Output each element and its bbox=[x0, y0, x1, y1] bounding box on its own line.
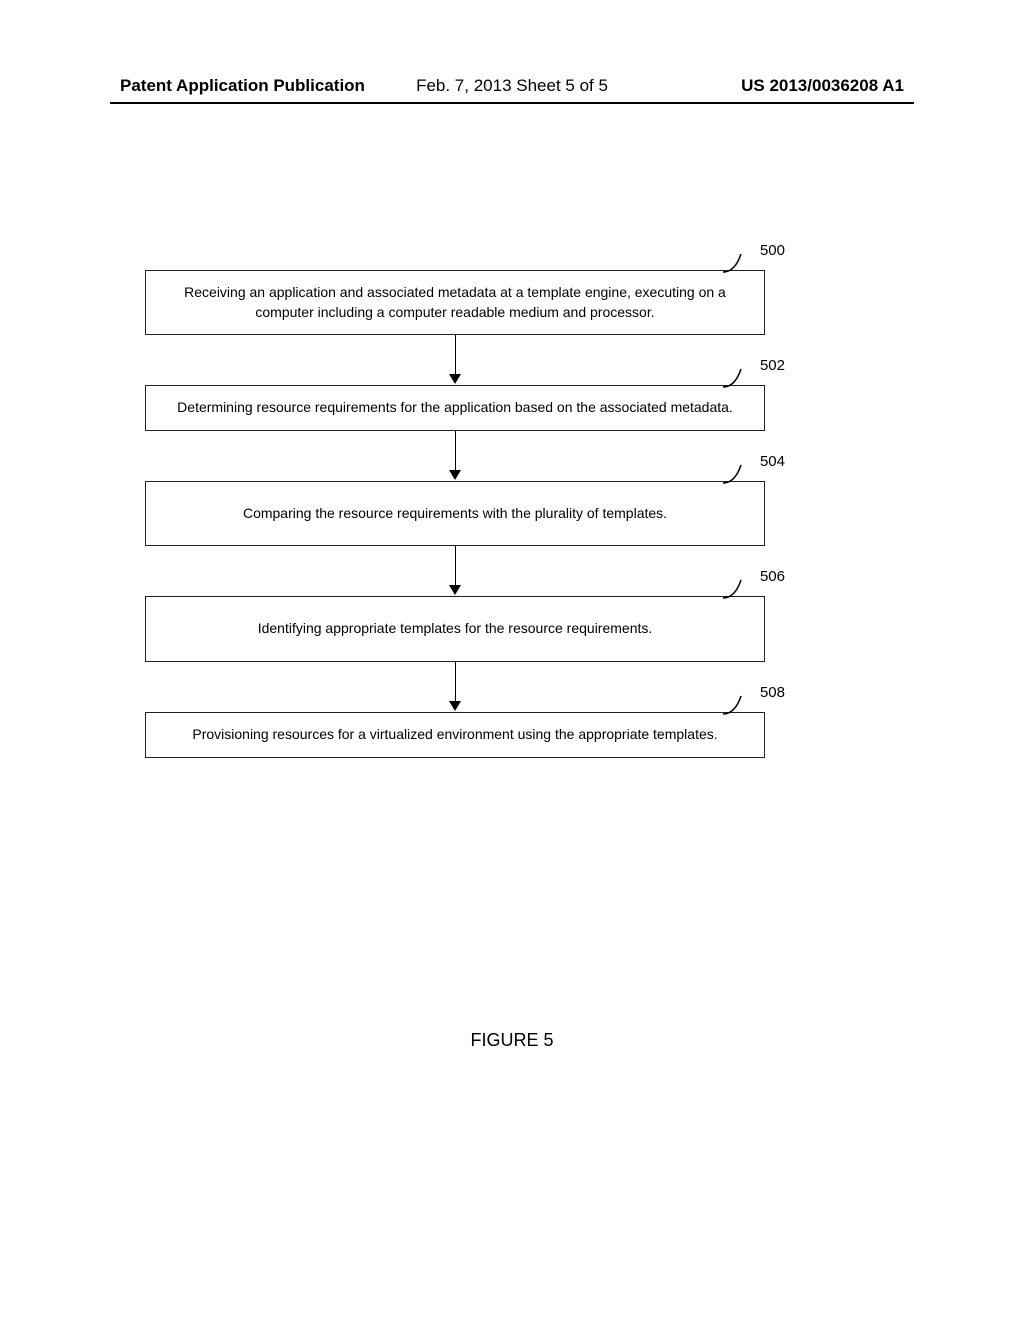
step-box: Receiving an application and associated … bbox=[145, 270, 765, 335]
step-number: 504 bbox=[760, 453, 785, 470]
step-box: Provisioning resources for a virtualized… bbox=[145, 712, 765, 758]
header-publication: Patent Application Publication bbox=[120, 76, 365, 96]
leader-line-icon bbox=[723, 580, 753, 606]
flow-arrow-icon bbox=[145, 662, 765, 712]
step-text: Receiving an application and associated … bbox=[184, 284, 726, 320]
flow-step-508: 508 Provisioning resources for a virtual… bbox=[145, 712, 765, 758]
flowchart: 500 Receiving an application and associa… bbox=[145, 270, 765, 758]
header-sheet-info: Feb. 7, 2013 Sheet 5 of 5 bbox=[416, 76, 608, 96]
leader-line-icon bbox=[723, 465, 753, 491]
step-box: Comparing the resource requirements with… bbox=[145, 481, 765, 547]
flow-arrow-icon bbox=[145, 335, 765, 385]
step-text: Comparing the resource requirements with… bbox=[243, 505, 667, 521]
flow-arrow-icon bbox=[145, 546, 765, 596]
step-box: Identifying appropriate templates for th… bbox=[145, 596, 765, 662]
leader-line-icon bbox=[723, 369, 753, 395]
leader-line-icon bbox=[723, 254, 753, 280]
page-header: Patent Application Publication Feb. 7, 2… bbox=[0, 76, 1024, 96]
step-number: 508 bbox=[760, 684, 785, 701]
step-number: 502 bbox=[760, 357, 785, 374]
step-number: 506 bbox=[760, 568, 785, 585]
step-text: Identifying appropriate templates for th… bbox=[258, 620, 653, 636]
leader-line-icon bbox=[723, 696, 753, 722]
step-box: Determining resource requirements for th… bbox=[145, 385, 765, 431]
step-number: 500 bbox=[760, 242, 785, 259]
flow-step-500: 500 Receiving an application and associa… bbox=[145, 270, 765, 335]
figure-caption: FIGURE 5 bbox=[0, 1030, 1024, 1051]
flow-step-502: 502 Determining resource requirements fo… bbox=[145, 385, 765, 431]
flow-step-504: 504 Comparing the resource requirements … bbox=[145, 481, 765, 547]
flow-step-506: 506 Identifying appropriate templates fo… bbox=[145, 596, 765, 662]
header-pub-number: US 2013/0036208 A1 bbox=[741, 76, 904, 96]
header-divider bbox=[110, 102, 914, 104]
step-text: Determining resource requirements for th… bbox=[177, 399, 733, 415]
step-text: Provisioning resources for a virtualized… bbox=[192, 726, 717, 742]
flow-arrow-icon bbox=[145, 431, 765, 481]
